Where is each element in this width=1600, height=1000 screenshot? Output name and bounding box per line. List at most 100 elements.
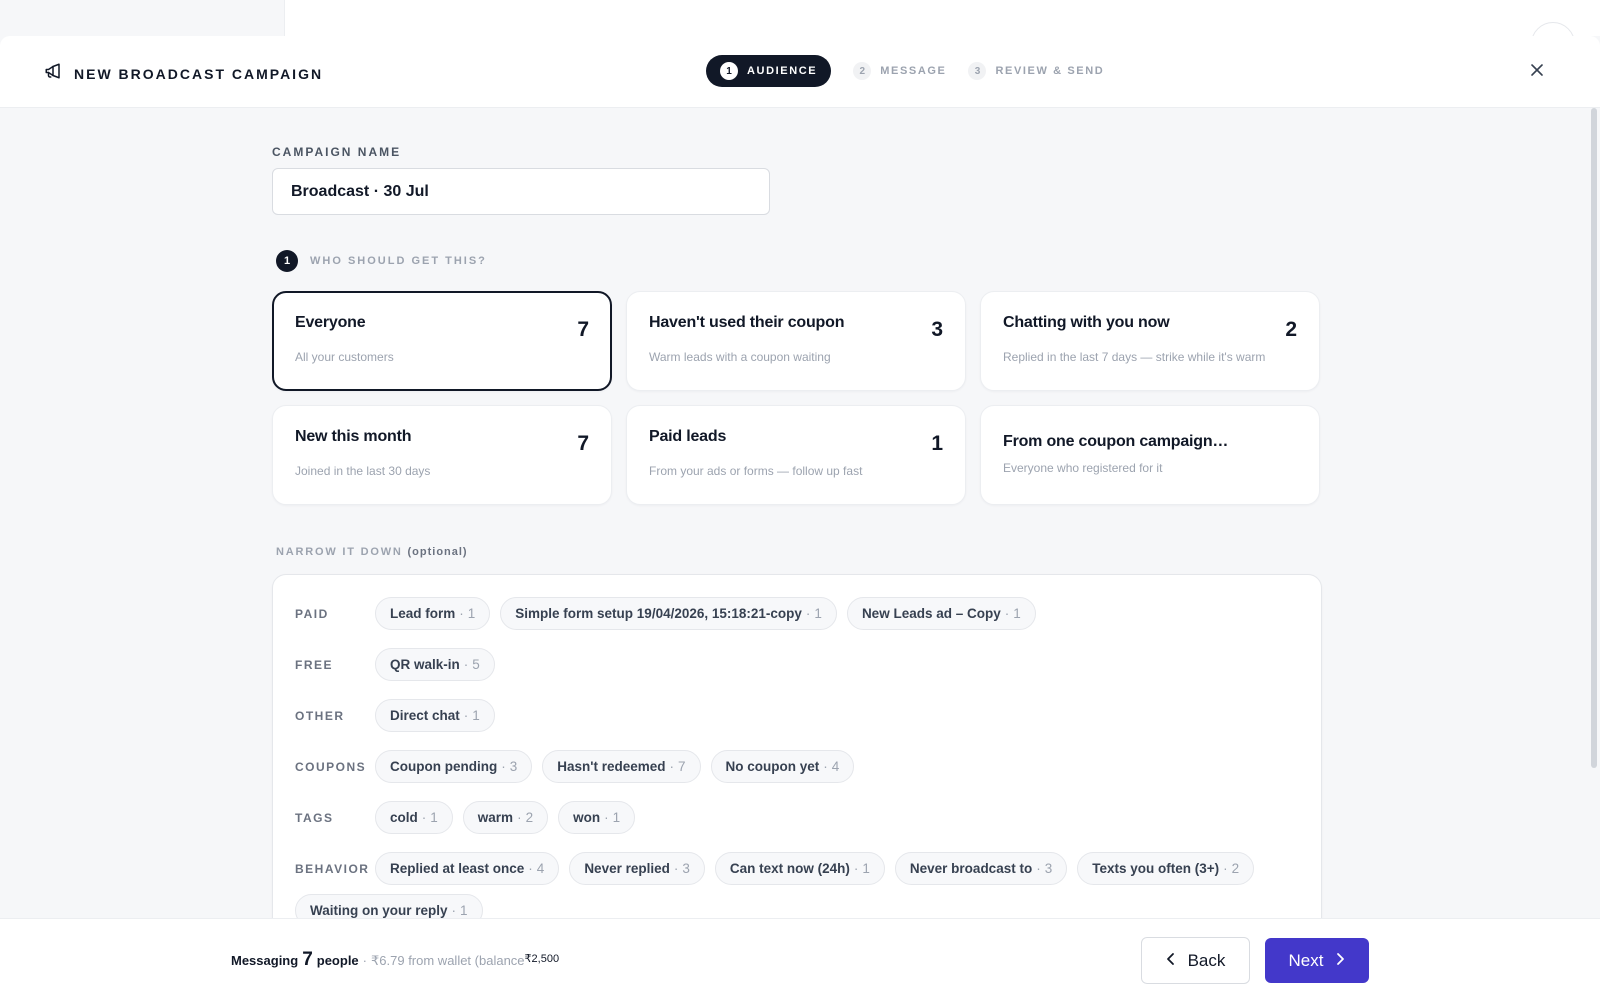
step-label: REVIEW & SEND [995,65,1105,77]
chip-label: won [573,810,601,825]
chip-count: 4 [831,759,840,774]
summary-cost: ₹6.79 from wallet (balance [371,953,525,968]
audience-card-paid-leads[interactable]: Paid leads From your ads or forms — foll… [626,405,966,505]
filter-chip[interactable]: Coupon pending · 3 [375,750,533,783]
filter-chip[interactable]: Texts you often (3+) · 2 [1077,852,1255,885]
chip-count: 4 [536,861,545,876]
audience-card-subtitle: All your customers [295,350,394,364]
chip-count: 3 [509,759,518,774]
chip-count: 1 [430,810,438,825]
audience-card-subtitle: From your ads or forms — follow up fast [649,464,863,478]
audience-card-count: 7 [577,318,589,341]
back-button[interactable]: Back [1141,937,1250,984]
filter-group-label: COUPONS [295,759,367,774]
audience-card-title: Haven't used their coupon [649,314,845,331]
modal-footer: Messaging 7 people · ₹6.79 from wallet (… [0,918,1600,1000]
chip-count: 3 [682,861,690,876]
filter-chip[interactable]: Simple form setup 19/04/2026, 15:18:21-c… [500,597,837,630]
summary-people: people [316,953,359,968]
step-review-send[interactable]: 3 REVIEW & SEND [968,55,1104,87]
audience-card-subtitle: Joined in the last 30 days [295,464,431,478]
filter-chip[interactable]: New Leads ad – Copy · 1 [846,597,1036,630]
step-message[interactable]: 2 MESSAGE [853,55,946,87]
audience-card-count: 1 [931,432,943,455]
chip-count: 1 [467,606,476,621]
campaign-name-input[interactable] [272,168,770,215]
filter-group-label: FREE [295,657,334,672]
filter-chip[interactable]: No coupon yet · 4 [710,750,855,783]
audience-question: 1 WHO SHOULD GET THIS? [276,250,487,272]
audience-card-unused-coupon[interactable]: Haven't used their coupon Warm leads wit… [626,291,966,391]
step-audience[interactable]: 1 AUDIENCE [706,55,832,87]
filter-chip[interactable]: Hasn't redeemed · 7 [542,750,701,783]
filter-group-paid: PAID Lead form · 1 Simple form setup 19/04… [295,597,1036,630]
filter-chip[interactable]: Replied at least once · 4 [375,852,560,885]
filter-chip[interactable]: Never broadcast to · 3 [894,852,1068,885]
filter-group-behavior: BEHAVIOR Replied at least once · 4 Never r… [295,852,1255,885]
narrow-optional-text: (optional) [407,546,468,558]
step-label: AUDIENCE [747,65,818,77]
audience-card-title: Paid leads [649,428,727,445]
audience-card-count: 2 [1285,318,1297,341]
audience-summary: Messaging 7 people · ₹6.79 from wallet (… [231,949,559,971]
filter-chip[interactable]: warm · 2 [462,801,549,834]
modal-title: NEW BROADCAST CAMPAIGN [74,65,324,82]
chip-label: Direct chat [390,708,460,723]
narrow-label-text: NARROW IT DOWN [276,546,403,558]
chip-label: Hasn't redeemed [557,759,666,774]
chip-label: cold [390,810,418,825]
audience-card-count: 7 [577,432,589,455]
step-number: 3 [968,62,987,80]
chip-count: 1 [862,861,870,876]
chip-label: Lead form [390,606,456,621]
audience-card-coupon-campaign[interactable]: From one coupon campaign… Everyone who r… [980,405,1320,505]
audience-card-title: New this month [295,428,412,445]
audience-card-title: Everyone [295,314,366,331]
chip-count: 1 [814,606,822,621]
summary-people-count: 7 [302,949,313,970]
chevron-right-icon [1335,951,1345,971]
filter-group-coupons: COUPONS Coupon pending · 3 Hasn't redeemed… [295,750,855,783]
audience-card-chatting-now[interactable]: Chatting with you now Replied in the las… [980,291,1320,391]
filter-chip[interactable]: QR walk-in · 5 [375,648,495,681]
chip-count: 1 [612,810,621,825]
filter-chip[interactable]: Direct chat · 1 [375,699,495,732]
chip-label: QR walk-in [390,657,460,672]
chip-label: No coupon yet [725,759,820,774]
wizard-stepper: 1 AUDIENCE 2 MESSAGE 3 REVIEW & SEND [706,55,1104,87]
filter-chip[interactable]: Never replied · 3 [569,852,705,885]
campaign-name-label: CAMPAIGN NAME [272,145,402,159]
chip-count: 2 [1231,861,1240,876]
scrollbar-thumb[interactable] [1591,108,1597,768]
filter-chip[interactable]: Lead form · 1 [375,597,491,630]
chip-label: New Leads ad – Copy [861,606,1001,621]
chip-count: 1 [472,708,480,723]
summary-balance: ₹2,500 [524,953,560,965]
chip-label: Never broadcast to [909,861,1033,876]
audience-card-subtitle: Everyone who registered for it [1003,461,1163,475]
audience-card-new-this-month[interactable]: New this month Joined in the last 30 day… [272,405,612,505]
audience-card-subtitle: Warm leads with a coupon waiting [649,350,831,364]
summary-messaging: Messaging [231,953,299,968]
question-number-badge: 1 [276,250,298,272]
modal-header: NEW BROADCAST CAMPAIGN 1 AUDIENCE 2 MESS… [0,36,1600,108]
audience-card-title: From one coupon campaign… [1003,433,1229,450]
audience-cards: Everyone All your customers 7 Haven't us… [272,291,1322,505]
question-text: WHO SHOULD GET THIS? [310,255,487,267]
back-label: Back [1187,950,1226,970]
step-number: 1 [720,62,738,80]
chip-count: 3 [1044,861,1053,876]
audience-card-everyone[interactable]: Everyone All your customers 7 [272,291,612,391]
chip-label: warm [477,810,514,825]
step-label: MESSAGE [880,65,947,77]
narrow-section-label: NARROW IT DOWN (optional) [276,546,468,558]
next-button[interactable]: Next [1265,938,1369,983]
audience-card-subtitle: Replied in the last 7 days — strike whil… [1003,350,1266,364]
chip-count: 1 [1013,606,1021,621]
filter-chip[interactable]: won · 1 [558,801,636,834]
background-tab [0,0,285,36]
filter-chip[interactable]: cold · 1 [375,801,453,834]
filter-chip[interactable]: Can text now (24h) · 1 [714,852,885,885]
close-button[interactable] [1524,59,1550,85]
chip-label: Simple form setup 19/04/2026, 15:18:21-c… [515,606,802,621]
